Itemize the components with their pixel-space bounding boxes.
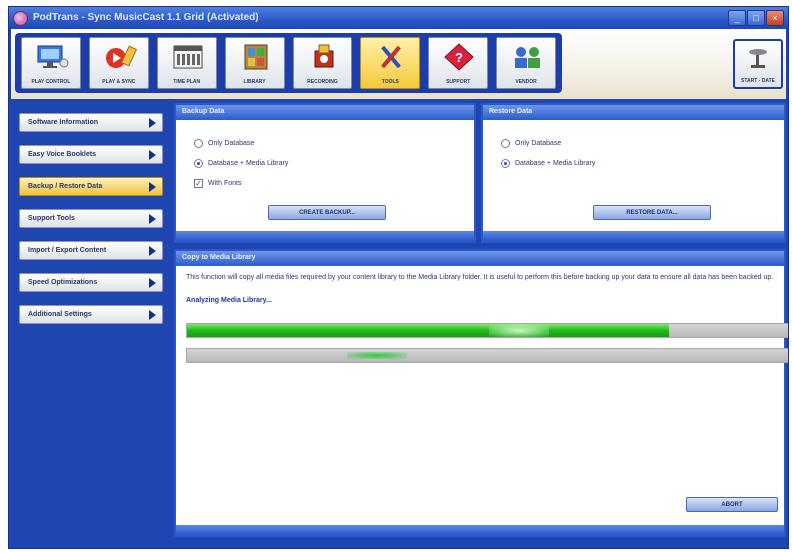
progress-fill — [187, 324, 670, 337]
copy-description: This function will copy all media files … — [186, 274, 774, 281]
sidebar-item-support-tools[interactable]: Support Tools — [19, 209, 163, 228]
radio-off-icon — [194, 139, 203, 148]
option-label: Only Database — [208, 140, 255, 147]
overall-progress-bar — [186, 323, 788, 338]
arrow-right-icon — [149, 118, 156, 128]
backup-panel-title: Backup Data — [176, 105, 474, 120]
play-sync-icon — [105, 45, 137, 68]
start-date-button[interactable]: START - DATE — [733, 39, 783, 89]
checkbox-label: With Fonts — [208, 180, 242, 187]
toolbar-label: LIBRARY — [243, 79, 266, 85]
toolbar-group: PLAY CONTROL PLAY & SYNC TIME PLAN LIBRA… — [15, 33, 562, 93]
monitor-icon — [37, 45, 69, 68]
speaker-icon — [749, 49, 767, 68]
support-icon: ? — [444, 43, 474, 71]
create-backup-button[interactable]: CREATE BACKUP... — [268, 205, 386, 220]
sidebar-item-easy-voice-booklets[interactable]: Easy Voice Booklets — [19, 145, 163, 164]
activity-indicator — [347, 352, 407, 359]
sidebar-item-label: Import / Export Content — [28, 247, 107, 254]
sidebar-item-speed-optimizations[interactable]: Speed Optimizations — [19, 273, 163, 292]
sidebar-item-label: Support Tools — [28, 215, 75, 222]
toolbar-button-play-control[interactable]: PLAY CONTROL — [21, 37, 81, 89]
toolbar-label: TOOLS — [381, 79, 399, 85]
sidebar-item-additional-settings[interactable]: Additional Settings — [19, 305, 163, 324]
copy-media-panel: Copy to Media Library This function will… — [174, 249, 788, 537]
sidebar: Software Information Easy Voice Booklets… — [11, 99, 171, 537]
arrow-right-icon — [149, 150, 156, 160]
activity-progress-bar — [186, 348, 788, 363]
app-window: PodTrans - Sync MusicCast 1.1 Grid (Acti… — [8, 6, 789, 549]
calendar-icon — [173, 45, 203, 69]
maximize-icon[interactable]: □ — [747, 10, 765, 26]
panel-footer — [176, 231, 474, 241]
sidebar-item-backup-restore[interactable]: Backup / Restore Data — [19, 177, 163, 196]
restore-option-database-media[interactable]: Database + Media Library — [501, 159, 595, 168]
sidebar-item-label: Backup / Restore Data — [28, 183, 103, 190]
panel-footer — [176, 525, 784, 535]
start-date-label: START - DATE — [741, 78, 775, 84]
toolbar-button-time-plan[interactable]: TIME PLAN — [156, 37, 217, 89]
panel-footer — [483, 231, 784, 241]
minimize-icon[interactable]: _ — [728, 10, 746, 26]
copy-panel-title: Copy to Media Library — [176, 251, 784, 266]
radio-on-icon — [501, 159, 510, 168]
radio-on-icon — [194, 159, 203, 168]
arrow-right-icon — [149, 278, 156, 288]
sidebar-item-label: Speed Optimizations — [28, 279, 98, 286]
toolbar-button-library[interactable]: LIBRARY — [224, 37, 285, 89]
toolbar-button-tools[interactable]: TOOLS — [360, 37, 421, 89]
window-controls: _ □ × — [728, 10, 784, 26]
toolbar-label: VENDOR — [515, 79, 537, 85]
close-icon[interactable]: × — [766, 10, 784, 26]
main-toolbar: PLAY CONTROL PLAY & SYNC TIME PLAN LIBRA… — [11, 29, 786, 99]
library-icon — [244, 44, 268, 70]
restore-data-button[interactable]: RESTORE DATA... — [593, 205, 711, 220]
radio-off-icon — [501, 139, 510, 148]
recording-icon — [314, 44, 333, 68]
toolbar-button-support[interactable]: ? SUPPORT — [428, 37, 489, 89]
vendor-icon — [515, 47, 541, 68]
toolbar-label: PLAY & SYNC — [102, 79, 136, 85]
toolbar-button-recording[interactable]: RECORDING — [292, 37, 353, 89]
sidebar-item-label: Easy Voice Booklets — [28, 151, 96, 158]
restore-panel-title: Restore Data — [483, 105, 784, 120]
sidebar-item-label: Additional Settings — [28, 311, 92, 318]
sidebar-item-import-export[interactable]: Import / Export Content — [19, 241, 163, 260]
toolbar-button-vendor[interactable]: VENDOR — [496, 37, 556, 89]
backup-option-only-database[interactable]: Only Database — [194, 139, 254, 148]
with-fonts-checkbox[interactable]: ✓ With Fonts — [194, 179, 241, 188]
sidebar-item-software-information[interactable]: Software Information — [19, 113, 163, 132]
toolbar-label: SUPPORT — [446, 79, 471, 85]
arrow-right-icon — [149, 214, 156, 224]
arrow-right-icon — [149, 310, 156, 320]
abort-button[interactable]: ABORT — [686, 497, 778, 512]
backup-panel: Backup Data Only Database Database + Med… — [174, 103, 476, 243]
sidebar-item-label: Software Information — [28, 119, 99, 126]
backup-option-database-media[interactable]: Database + Media Library — [194, 159, 288, 168]
copy-status: Analyzing Media Library... — [186, 297, 272, 304]
restore-panel: Restore Data Only Database Database + Me… — [481, 103, 786, 243]
svg-text:?: ? — [455, 50, 463, 65]
toolbar-label: TIME PLAN — [173, 79, 201, 85]
tools-icon — [381, 45, 402, 69]
arrow-right-icon — [149, 246, 156, 256]
checkmark-icon: ✓ — [194, 179, 203, 188]
option-label: Database + Media Library — [208, 160, 289, 167]
arrow-right-icon — [149, 182, 156, 192]
restore-option-only-database[interactable]: Only Database — [501, 139, 561, 148]
app-logo-icon — [13, 11, 28, 26]
option-label: Database + Media Library — [515, 160, 596, 167]
toolbar-label: PLAY CONTROL — [31, 79, 71, 85]
option-label: Only Database — [515, 140, 562, 147]
toolbar-label: RECORDING — [307, 79, 338, 85]
title-bar: PodTrans - Sync MusicCast 1.1 Grid (Acti… — [9, 7, 788, 29]
window-title: PodTrans - Sync MusicCast 1.1 Grid (Acti… — [33, 12, 259, 23]
toolbar-button-play-sync[interactable]: PLAY & SYNC — [88, 37, 149, 89]
